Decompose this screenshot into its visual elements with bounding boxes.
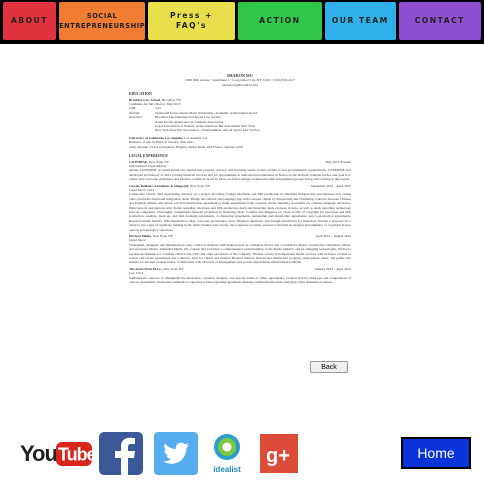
- nav-action[interactable]: Action: [237, 2, 322, 40]
- job1-dates: May 2015–Present: [325, 159, 351, 164]
- job4-org: The Davis Firm PLLC,: [129, 266, 163, 271]
- edu1-location: Brooklyn, NY: [161, 97, 182, 102]
- nav-press-faqs[interactable]: Press + FAQ's: [148, 2, 235, 40]
- job3-location: New York, NY: [151, 234, 173, 238]
- job4-description: Summarized contracts to distinguish the …: [129, 275, 351, 285]
- idealist-icon[interactable]: idealist: [207, 431, 247, 476]
- nav-about-label: About: [11, 16, 48, 25]
- nav-social-label-1: Social: [86, 12, 118, 20]
- googleplus-icon[interactable]: g+: [259, 431, 299, 476]
- legal-heading: LEGAL EXPERIENCE: [129, 154, 168, 159]
- idealist-bulb-core: [222, 442, 232, 452]
- nav-press-label-2: FAQ's: [175, 21, 207, 30]
- idealist-wordmark: idealist: [213, 465, 241, 474]
- main-nav: About Social Entrepreneurship Press + FA…: [0, 0, 484, 44]
- nav-social-entrepreneurship[interactable]: Social Entrepreneurship: [58, 2, 146, 40]
- nav-contact[interactable]: Contact: [398, 2, 481, 40]
- youtube-word-tube: Tube: [58, 445, 92, 465]
- facebook-icon[interactable]: [98, 431, 144, 476]
- job4-dates: January 2014 – April 2014: [314, 266, 351, 271]
- edu1-school: Brooklyn Law School,: [129, 97, 162, 102]
- job1-description: Advise COTEDINE on international law, in…: [129, 168, 351, 182]
- home-button[interactable]: Home: [401, 437, 471, 469]
- job3-org: Horizon Media,: [129, 234, 152, 238]
- nav-press-label-1: Press +: [169, 11, 213, 20]
- resume-document: SHARON WU 1000 50th Avenue • Apartment 1…: [129, 73, 351, 286]
- job2-location: New York, NY: [189, 183, 211, 188]
- resume-contact-email: sharon.wu@brooklaw.edu: [222, 82, 258, 87]
- youtube-icon[interactable]: You Tube: [20, 431, 92, 476]
- job3-dates: April 2014 – August 2014: [315, 234, 351, 238]
- edu1-activities-row: Activities: Brooklyn Entertainment and S…: [129, 115, 351, 133]
- job2-description: Collaborate closely with supervising att…: [129, 192, 351, 232]
- nav-about[interactable]: About: [3, 2, 56, 40]
- edu2-location: Los Angeles, CA: [183, 135, 208, 140]
- activity-item: New York State Bar Association – Enterta…: [155, 128, 260, 133]
- job2-dates: September 2014 – April 2015: [310, 183, 351, 188]
- job3-description: Strategized, designed, and implemented a…: [129, 242, 351, 265]
- job1-org: COTEDINE,: [129, 159, 148, 164]
- edu2-school: University of California, Los Angeles,: [129, 135, 184, 140]
- nav-contact-label: Contact: [414, 16, 465, 25]
- twitter-icon[interactable]: [153, 431, 199, 476]
- job2-org: Cowan, DeBaets, Abrahams & Sheppard,: [129, 183, 190, 188]
- youtube-word-you: You: [20, 441, 57, 466]
- job1-location: New York, NY: [147, 159, 170, 164]
- edu1-activities-key: Activities:: [129, 115, 143, 120]
- job4-location: New York, NY: [162, 266, 184, 271]
- back-button[interactable]: Back: [310, 361, 348, 373]
- googleplus-glyph: g+: [266, 445, 290, 467]
- nav-our-team-label: Our Team: [331, 16, 389, 25]
- nav-our-team[interactable]: Our Team: [324, 2, 396, 40]
- nav-social-label-2: Entrepreneurship: [59, 22, 146, 30]
- education-heading: EDUCATION: [129, 92, 152, 97]
- edu1-activities-values: Brooklyn Entertainment and Sports Law So…: [155, 115, 351, 133]
- edu2-abroad: Study Abroad: UCLA in England, Belgium, …: [129, 144, 243, 149]
- nav-action-label: Action: [259, 16, 301, 25]
